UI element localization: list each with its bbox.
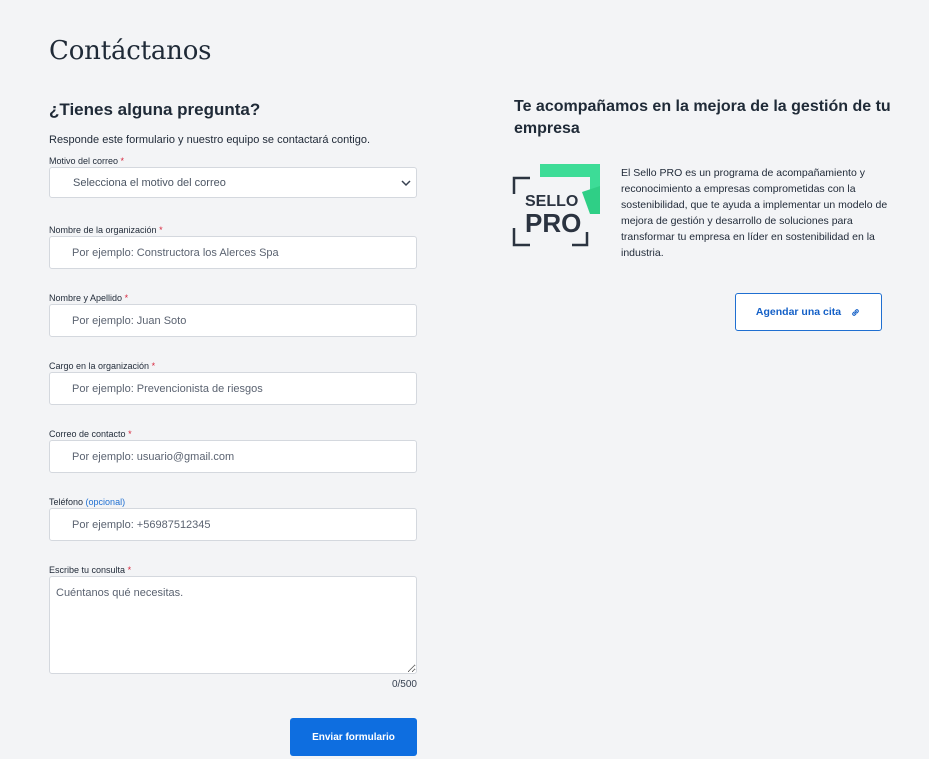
required-mark: * [159,225,163,235]
required-mark: * [128,429,132,439]
page-title: Contáctanos [49,36,212,66]
submit-button[interactable]: Enviar formulario [290,718,417,756]
field-label: Nombre y Apellido * [49,293,129,303]
contact-form: ¿Tienes alguna pregunta? Responde este f… [49,100,417,690]
consulta-textarea[interactable] [49,576,417,674]
side-description: El Sello PRO es un programa de acompañam… [621,167,888,259]
required-mark: * [151,361,156,371]
character-counter: 0/500 [391,679,417,690]
link-icon [852,308,859,316]
field-telefono: Teléfono (opcional) [49,496,417,541]
telefono-input[interactable] [49,508,417,541]
field-motivo: Motivo del correo * Selecciona el motivo… [49,155,417,198]
agendar-cita-button[interactable]: Agendar una cita [735,293,882,331]
field-label: Cargo en la organización * [49,361,156,371]
motivo-select[interactable]: Selecciona el motivo del correo [49,167,417,198]
required-mark: * [124,293,129,303]
correo-input[interactable] [49,440,417,473]
organizacion-input[interactable] [49,236,417,269]
field-label: Correo de contacto * [49,429,132,439]
chevron-down-icon [401,180,411,187]
sello-pro-logo: SELLO PRO [512,164,600,247]
logo-line2: PRO [525,208,581,238]
field-correo: Correo de contacto * [49,428,417,473]
select-value: Selecciona el motivo del correo [73,177,226,189]
field-label: Motivo del correo * [49,156,125,166]
optional-tag: (opcional) [85,497,126,507]
cita-label: Agendar una cita [755,306,842,318]
form-subtitle: Responde este formulario y nuestro equip… [49,134,371,146]
field-label: Escribe tu consulta * [49,565,132,575]
form-heading: ¿Tienes alguna pregunta? [49,100,261,119]
field-label: Nombre de la organización * [49,225,163,235]
field-nombre: Nombre y Apellido * [49,292,417,337]
logo-frame-top-left [512,176,530,194]
field-organizacion: Nombre de la organización * [49,224,417,269]
logo-accent-arrow [582,186,600,214]
field-consulta: Escribe tu consulta * 0/500 [49,564,417,690]
nombre-input[interactable] [49,304,417,337]
field-cargo: Cargo en la organización * [49,360,417,405]
required-mark: * [120,156,125,166]
required-mark: * [127,565,132,575]
side-heading: Te acompañamos en la mejora de la gestió… [514,98,891,137]
cargo-input[interactable] [49,372,417,405]
field-label: Teléfono (opcional) [49,497,126,507]
